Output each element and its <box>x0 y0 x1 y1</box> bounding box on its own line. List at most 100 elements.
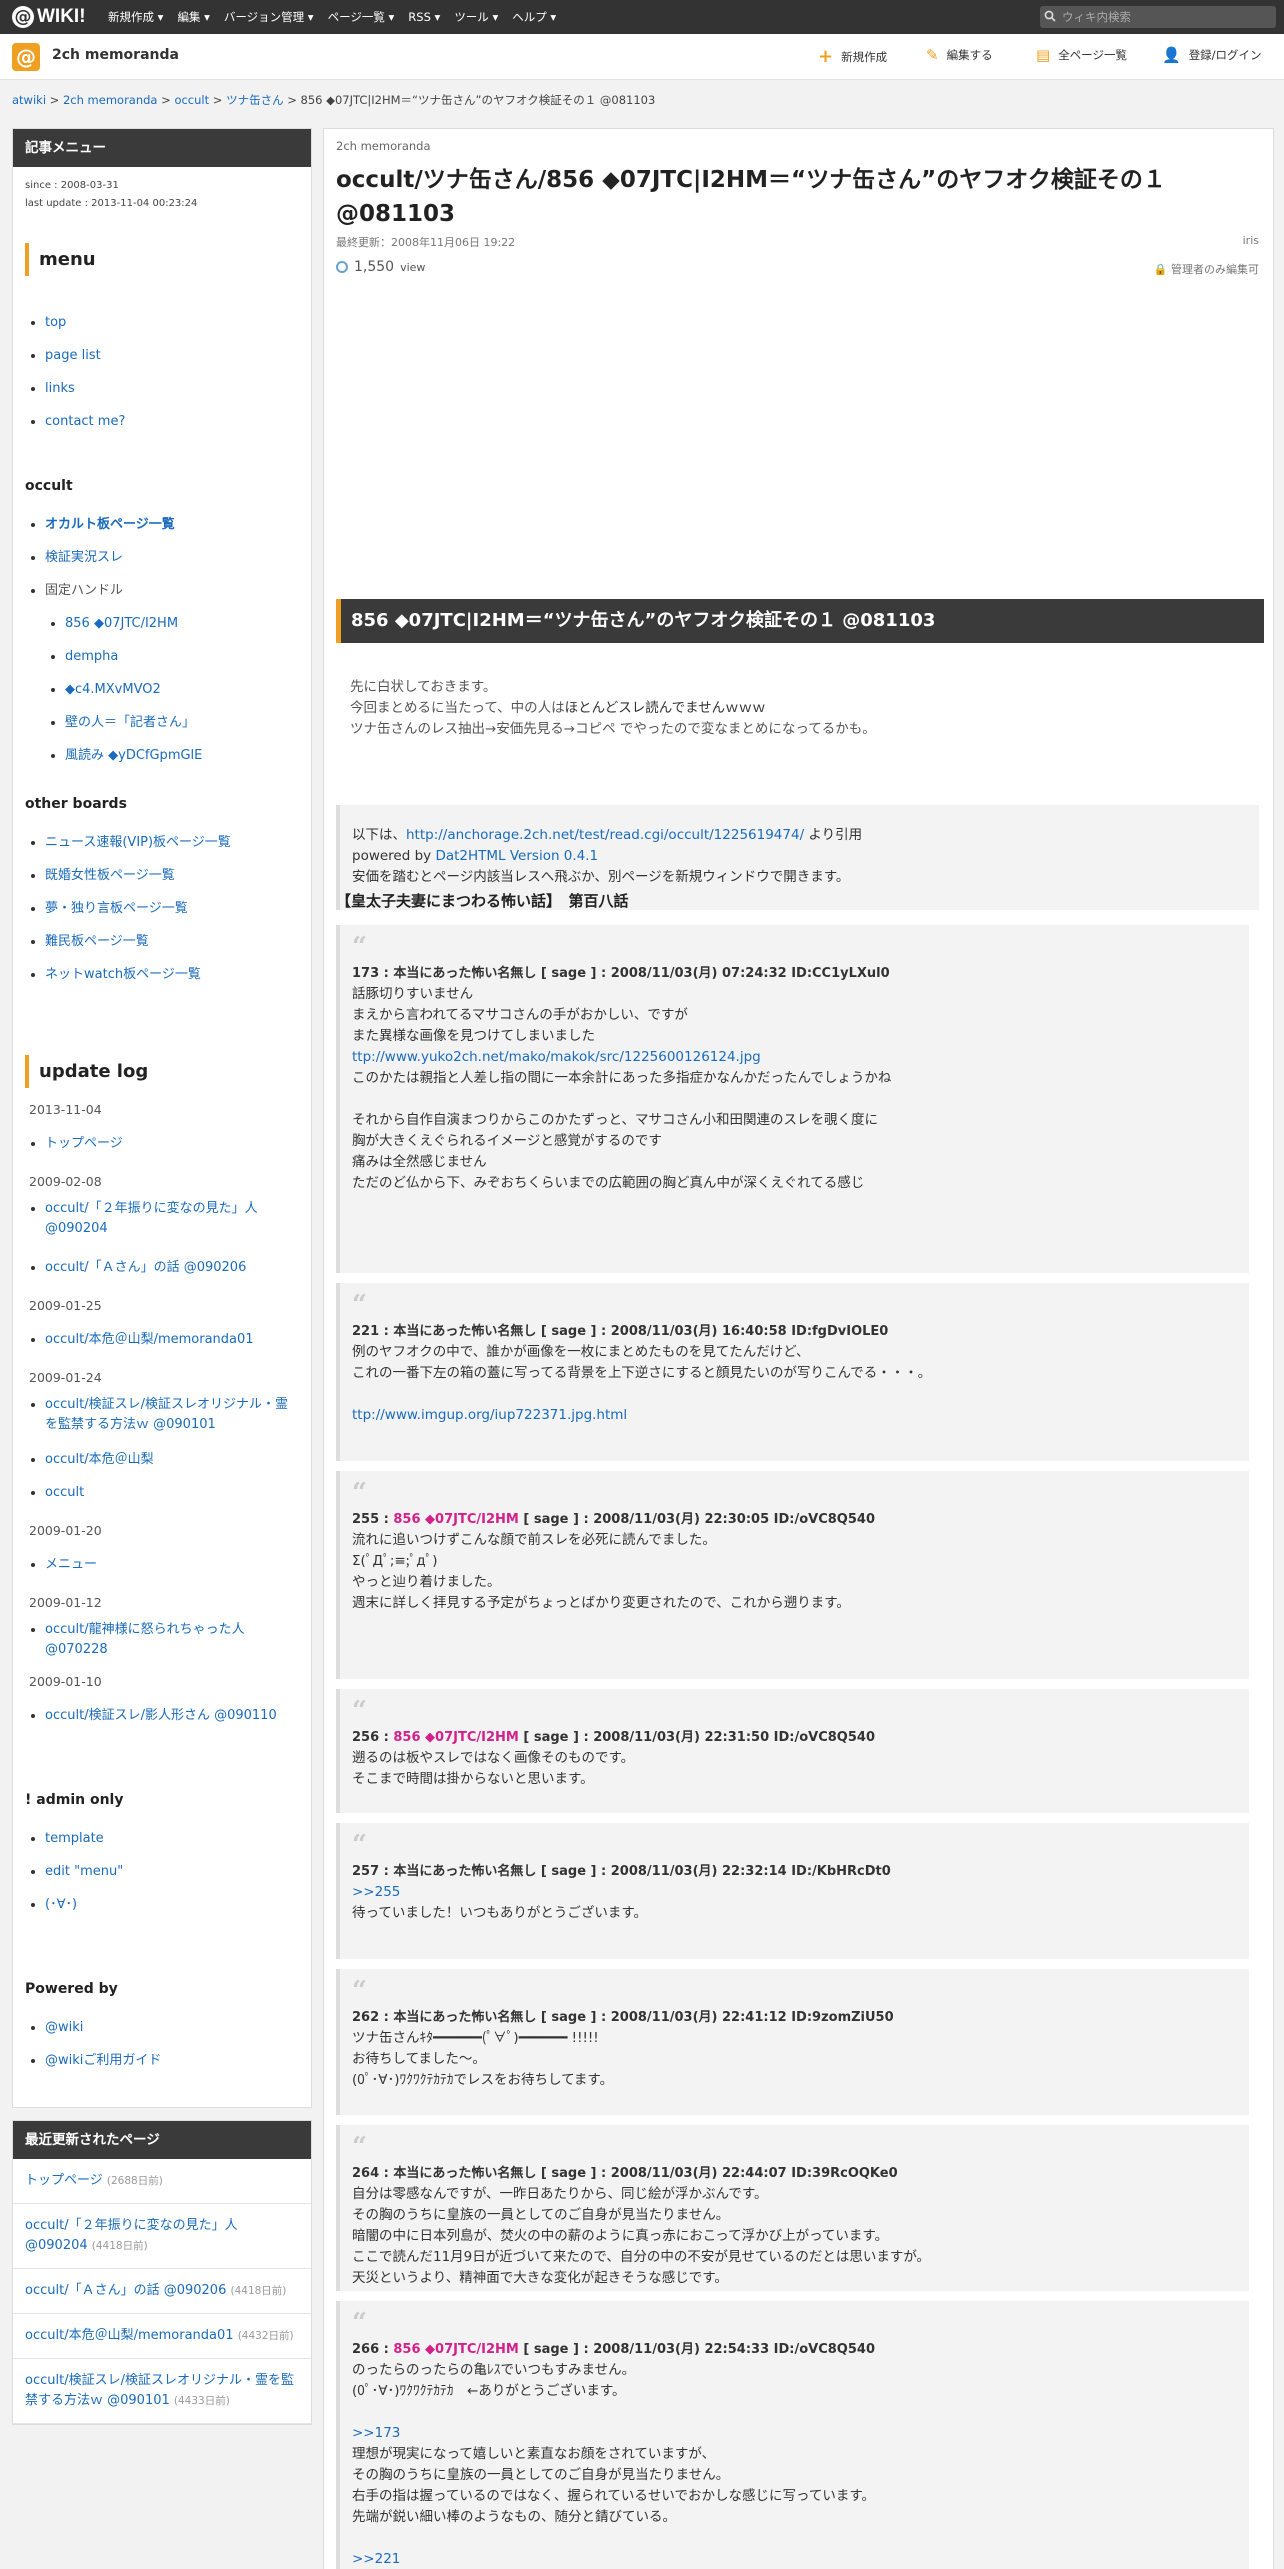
post-line: 胸が大きくえぐられるイメージと感覚がするのです <box>352 1133 662 1149</box>
author[interactable]: iris <box>1243 234 1259 247</box>
update-item: occult/「Ａさん」の話 @090206 <box>45 1251 299 1284</box>
post-line: (0ﾟ･∀･)ﾜｸﾜｸﾃｶﾃｶ ←ありがとうございます。 <box>352 2383 626 2399</box>
edit-button[interactable]: ✎ 編集する <box>926 46 993 64</box>
search-input[interactable] <box>1060 9 1264 25</box>
post-body: のったらのったらの亀ﾚｽでいつもすみません。 (0ﾟ･∀･)ﾜｸﾜｸﾃｶﾃｶ ←あ… <box>352 2360 1249 2569</box>
login-button[interactable]: 👤 登録/ログイン <box>1162 46 1262 64</box>
quote-mark-icon: “ <box>352 1290 367 1320</box>
badge-icon <box>336 261 348 273</box>
occult-item-handles: 固定ハンドル 856 ◆07JTC/I2HM dempha ◆c4.MXvMVO… <box>45 574 299 772</box>
post-line: このかたは親指と人差し指の間に一本余計にあった多指症かなんかだったんでしょうかね <box>352 1070 892 1086</box>
update-item: occult/龍神様に怒られちゃった人 @070228 <box>45 1620 299 1660</box>
last-update-date: last update : 2013-11-04 00:23:24 <box>25 198 198 209</box>
handle-item: ◆c4.MXvMVO2 <box>65 673 299 706</box>
wiki-name[interactable]: 2ch memoranda <box>336 139 431 153</box>
breadcrumb-tunacan[interactable]: ツナ缶さん <box>226 93 284 107</box>
post-link[interactable]: >>221 <box>352 2549 1249 2569</box>
handle-list: 856 ◆07JTC/I2HM dempha ◆c4.MXvMVO2 壁の人＝「… <box>45 607 299 772</box>
post-line: お待ちしてました〜。 <box>352 2051 486 2067</box>
recent-item: トップページ (2688日前) <box>13 2159 311 2204</box>
post-line: 右手の指は握っているのではなく、握られているせいでおかしな感じに写っています。 <box>352 2488 875 2504</box>
post-line: まえから言われてるマサコさんの手がおかしい、ですが <box>352 1007 688 1023</box>
top-bar: @ WIKI! 新規作成 ▾ 編集 ▾ バージョン管理 ▾ ページ一覧 ▾ RS… <box>0 0 1284 34</box>
menu-item-contact: contact me? <box>45 405 299 438</box>
recent-item: occult/本危＠山梨/memoranda01 (4432日前) <box>13 2314 311 2359</box>
post-line: また異様な画像を見つけてしまいました <box>352 1028 595 1044</box>
top-nav: 新規作成 ▾ 編集 ▾ バージョン管理 ▾ ページ一覧 ▾ RSS ▾ ツール … <box>108 0 556 34</box>
occult-list: オカルト板ページ一覧 検証実況スレ 固定ハンドル 856 ◆07JTC/I2HM… <box>25 508 299 772</box>
since-date: since : 2008-03-31 <box>25 180 119 191</box>
article-menu-title: 記事メニュー <box>13 129 311 167</box>
post-link[interactable]: ttp://www.yuko2ch.net/mako/makok/src/122… <box>352 1047 1249 1068</box>
update-item: occult/本危＠山梨 <box>45 1443 299 1476</box>
site-header: @ 2ch memoranda + 新規作成 ✎ 編集する ▤ 全ページ一覧 👤… <box>0 34 1284 80</box>
board-item: ニュース速報(VIP)板ページ一覧 <box>45 826 299 859</box>
nav-help[interactable]: ヘルプ ▾ <box>512 9 556 25</box>
board-item: 夢・独り言板ページ一覧 <box>45 892 299 925</box>
new-page-button[interactable]: + 新規作成 <box>818 46 887 67</box>
ad-space <box>336 294 1261 594</box>
post-body: ツナ缶さんｷﾀ━━━━━━(ﾟ∀ﾟ)━━━━━━ !!!!! お待ちしてました〜。… <box>352 2028 1249 2091</box>
update-date: 2009-01-25 <box>29 1298 102 1313</box>
update-date: 2009-01-10 <box>29 1674 102 1689</box>
post-link[interactable]: >>255 <box>352 1882 1249 1903</box>
post-line: 痛みは全然感じません <box>352 1154 487 1170</box>
quote-mark-icon: “ <box>352 2308 367 2338</box>
post-256: “ 256 : 856 ◆07JTC/I2HM [ sage ] : 2008/… <box>336 1689 1249 1813</box>
post-257: “ 257 : 本当にあった怖い名無し [ sage ] : 2008/11/0… <box>336 1823 1249 1959</box>
breadcrumb-site[interactable]: 2ch memoranda <box>63 93 158 107</box>
update-item: トップページ <box>45 1127 299 1160</box>
breadcrumb-atwiki[interactable]: atwiki <box>12 93 46 107</box>
nav-new[interactable]: 新規作成 ▾ <box>108 9 163 25</box>
source-link[interactable]: http://anchorage.2ch.net/test/read.cgi/o… <box>406 827 804 843</box>
post-line: 例のヤフオクの中で、誰かが画像を一枚にまとめたものを見てたんだけど、 <box>352 1344 810 1360</box>
post-link[interactable]: >>173 <box>352 2423 1249 2444</box>
breadcrumb: atwiki > 2ch memoranda > occult > ツナ缶さん … <box>12 93 656 107</box>
last-modified: 最終更新：2008年11月06日 19:22 <box>336 236 516 249</box>
post-line: のったらのったらの亀ﾚｽでいつもすみません。 <box>352 2362 636 2378</box>
nav-rss[interactable]: RSS ▾ <box>408 10 440 24</box>
view-count: 1,550 view <box>336 259 425 275</box>
menu-item-page-list: page list <box>45 339 299 372</box>
update-log-heading: update log <box>25 1055 299 1088</box>
update-item: メニュー <box>45 1548 299 1581</box>
main-content: 2ch memoranda occult/ツナ缶さん/856 ◆07JTC|I2… <box>323 128 1274 2569</box>
atwiki-logo[interactable]: @ WIKI! <box>12 5 86 29</box>
update-item: occult/本危＠山梨/memoranda01 <box>45 1323 299 1356</box>
site-logo-icon[interactable]: @ <box>12 43 40 71</box>
update-log: 2013-11-04 トップページ 2009-02-08 occult/「２年振… <box>25 1102 299 1732</box>
handle-item: 856 ◆07JTC/I2HM <box>65 607 299 640</box>
dat2html-link[interactable]: Dat2HTML Version 0.4.1 <box>435 848 598 864</box>
plus-icon: + <box>818 46 834 67</box>
post-body: 例のヤフオクの中で、誰かが画像を一枚にまとめたものを見てたんだけど、 これの一番下… <box>352 1342 1249 1426</box>
search-icon[interactable] <box>1040 10 1060 25</box>
site-name[interactable]: 2ch memoranda <box>52 47 179 63</box>
occult-item-live: 検証実況スレ <box>45 541 299 574</box>
all-pages-button[interactable]: ▤ 全ページ一覧 <box>1036 46 1127 64</box>
nav-version[interactable]: バージョン管理 ▾ <box>224 9 314 25</box>
update-date: 2009-01-20 <box>29 1523 102 1538</box>
other-boards-list: ニュース速報(VIP)板ページ一覧 既婚女性板ページ一覧 夢・独り言板ページ一覧… <box>25 826 299 991</box>
post-line: 天災というより、精神面で大きな変化が起きそうな感じです。 <box>352 2270 728 2286</box>
intro-text: 先に白状しておきます。 今回まとめるに当たって、中の人はほとんどスレ読んでません… <box>350 679 876 737</box>
post-255: “ 255 : 856 ◆07JTC/I2HM [ sage ] : 2008/… <box>336 1471 1249 1679</box>
edit-permission: 🔒 管理者のみ編集可 <box>1153 263 1259 276</box>
nav-edit[interactable]: 編集 ▾ <box>177 9 209 25</box>
user-add-icon: 👤 <box>1162 46 1181 64</box>
post-line: 理想が現実になって嬉しいと素直なお顔をされていますが、 <box>352 2446 716 2462</box>
post-line: 先端が鋭い細い棒のようなもの、随分と錆びている。 <box>352 2509 676 2525</box>
post-link[interactable]: ttp://www.imgup.org/iup722371.jpg.html <box>352 1405 1249 1426</box>
document-icon: ▤ <box>1036 46 1051 64</box>
breadcrumb-occult[interactable]: occult <box>174 93 209 107</box>
admin-heading: ! admin only <box>25 1792 124 1808</box>
powered-item: @wikiご利用ガイド <box>45 2044 299 2077</box>
quote-mark-icon: “ <box>352 932 367 962</box>
post-line: 自分は零感なんですが、一昨日あたりから、同じ絵が浮かぶんです。 <box>352 2186 768 2202</box>
post-173: “ 173 : 本当にあった怖い名無し [ sage ] : 2008/11/0… <box>336 925 1249 1273</box>
recent-item: occult/「Ａさん」の話 @090206 (4418日前) <box>13 2269 311 2314</box>
post-body: 遡るのは板やスレではなく画像そのものです。 そこまで時間は掛からないと思います。 <box>352 1748 1249 1790</box>
post-line: そこまで時間は掛からないと思います。 <box>352 1771 594 1787</box>
handle-item: 風読み ◆yDCfGpmGlE <box>65 739 299 772</box>
nav-pages[interactable]: ページ一覧 ▾ <box>328 9 395 25</box>
nav-tools[interactable]: ツール ▾ <box>454 9 498 25</box>
